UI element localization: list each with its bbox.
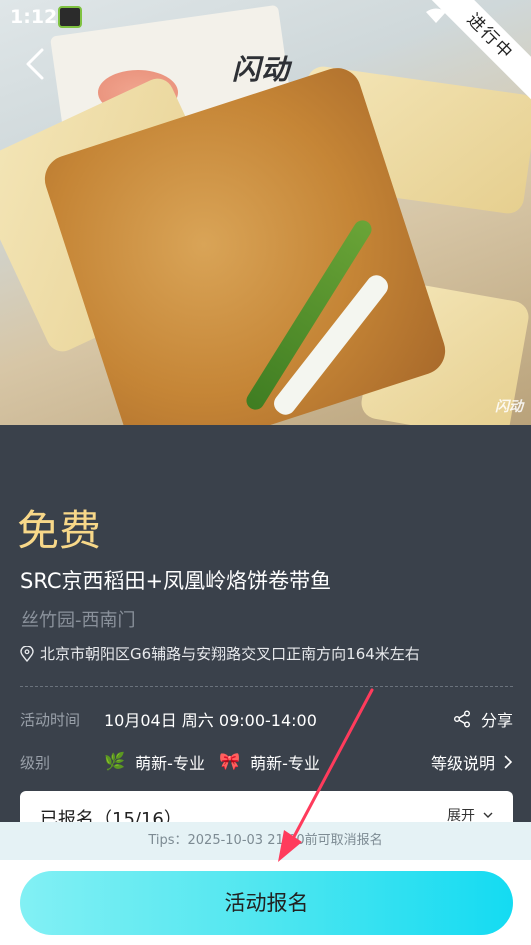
event-level-row: 级别 🌿 萌新-专业 🎀 萌新-专业 等级说明 [20,750,513,774]
event-address-row[interactable]: 北京市朝阳区G6辅路与安翔路交叉口正南方向164米左右 [20,643,420,664]
chevron-right-icon [504,755,513,769]
level-help-link[interactable]: 等级说明 [431,750,513,774]
signup-button[interactable]: 活动报名 [20,871,513,935]
event-address: 北京市朝阳区G6辅路与安翔路交叉口正南方向164米左右 [40,645,420,663]
level-help-label: 等级说明 [430,754,495,773]
level-label: 级别 [20,753,51,772]
bottom-action-bar: 活动报名 [0,860,531,945]
event-price: 免费 [17,506,102,555]
event-time-row: 活动时间 10月04日 周六 09:00-14:00 分享 [20,707,513,731]
status-time: 1:12 [10,6,58,28]
photo-watermark: 闪动 [495,399,523,415]
leaf-icon: 🌿 [104,752,126,772]
location-pin-icon [20,645,34,662]
time-label: 活动时间 [20,710,81,729]
share-label: 分享 [480,711,513,730]
ribbon-label: 进行中 [421,0,531,108]
level-from: 萌新-专业 [135,754,205,773]
chevron-down-icon [483,812,493,818]
app-notification-icon [58,6,82,28]
back-button[interactable] [22,46,52,82]
level-to: 萌新-专业 [250,754,320,773]
event-title: SRC京西稻田+凤凰岭烙饼卷带鱼 [20,569,332,593]
app-logo: 闪动 [232,53,291,86]
event-venue: 丝竹园-西南门 [21,610,136,631]
bow-icon: 🎀 [218,752,241,772]
divider [20,686,513,687]
share-icon [453,710,470,728]
status-ribbon: 进行中 [421,0,531,110]
chevron-left-icon [26,48,44,80]
time-value: 10月04日 周六 09:00-14:00 [104,711,317,730]
share-button[interactable]: 分享 [453,707,513,731]
cancel-tips: Tips：2025-10-03 21:00前可取消报名 [0,822,531,860]
